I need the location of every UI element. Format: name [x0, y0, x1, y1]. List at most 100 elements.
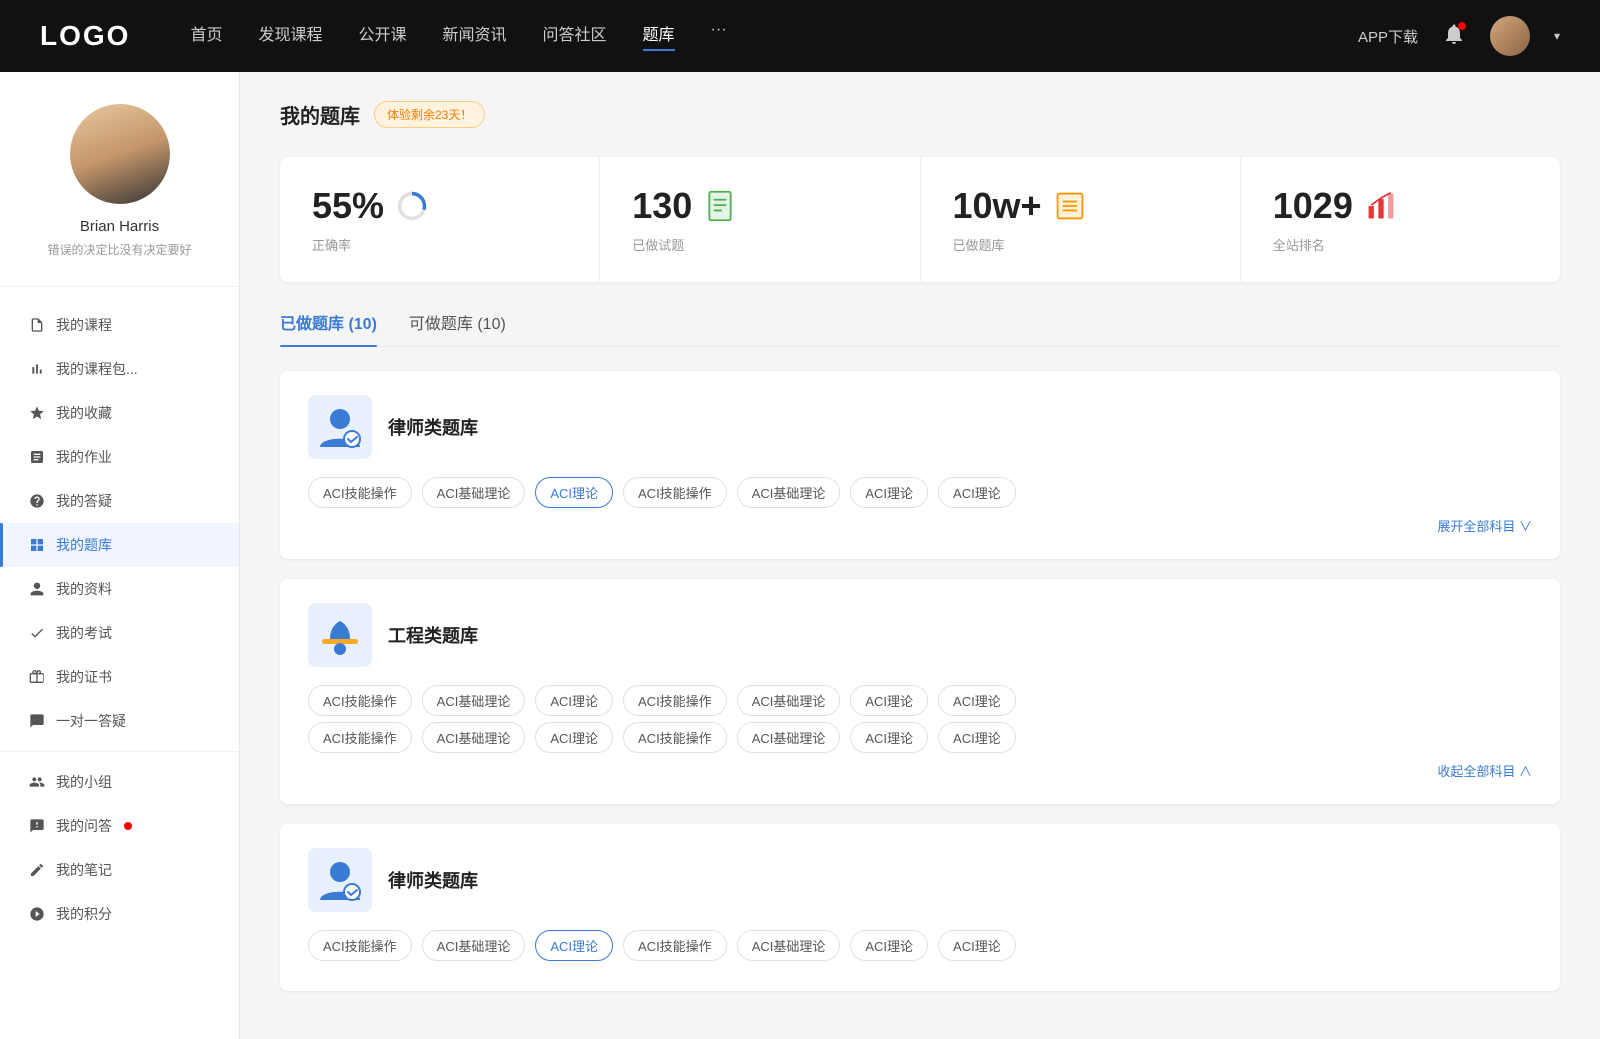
expand-btn-1: 展开全部科目 ∨ — [308, 516, 1532, 535]
sidebar-item-my-questions[interactable]: 我的问答 — [0, 804, 239, 848]
sidebar-label-homework: 我的作业 — [56, 447, 112, 467]
sidebar-item-certificate[interactable]: 我的证书 — [0, 655, 239, 699]
sidebar-item-exams[interactable]: 我的考试 — [0, 611, 239, 655]
eng-tag-1[interactable]: ACI基础理论 — [422, 685, 526, 716]
chart-icon — [1365, 190, 1397, 222]
pie-icon — [396, 190, 428, 222]
eng-tag-2[interactable]: ACI理论 — [535, 685, 613, 716]
bank-tags-engineer-row2: ACI技能操作 ACI基础理论 ACI理论 ACI技能操作 ACI基础理论 AC… — [308, 722, 1532, 753]
note-icon — [28, 861, 46, 879]
nav-links: 首页 发现课程 公开课 新闻资讯 问答社区 题库 ··· — [190, 21, 1358, 51]
lawyer-bank-icon-1 — [308, 395, 372, 459]
expand-link-1[interactable]: 展开全部科目 ∨ — [1437, 516, 1532, 535]
bank-card-engineer: 工程类题库 ACI技能操作 ACI基础理论 ACI理论 ACI技能操作 ACI基… — [280, 579, 1560, 804]
homework-icon — [28, 448, 46, 466]
profile-name: Brian Harris — [80, 218, 159, 235]
tag-6[interactable]: ACI理论 — [938, 477, 1016, 508]
eng-tag-0[interactable]: ACI技能操作 — [308, 685, 412, 716]
sidebar-label-my-notes: 我的笔记 — [56, 860, 112, 880]
sidebar-item-my-notes[interactable]: 我的笔记 — [0, 848, 239, 892]
nav-news[interactable]: 新闻资讯 — [443, 21, 507, 51]
points-icon — [28, 905, 46, 923]
law2-tag-2[interactable]: ACI理论 — [535, 930, 613, 961]
sidebar-divider — [0, 286, 239, 287]
tag-1[interactable]: ACI基础理论 — [422, 477, 526, 508]
collapse-link[interactable]: 收起全部科目 ∧ — [1437, 761, 1532, 780]
bank-card-header-1: 律师类题库 — [308, 395, 1532, 459]
notification-bell[interactable] — [1442, 22, 1466, 51]
notification-dot — [1458, 22, 1466, 30]
tab-available-banks[interactable]: 可做题库 (10) — [409, 310, 506, 346]
law2-tag-1[interactable]: ACI基础理论 — [422, 930, 526, 961]
stat-done-banks: 10w+ 已做题库 — [921, 157, 1241, 282]
grid-icon — [28, 536, 46, 554]
sidebar-item-my-qa[interactable]: 我的答疑 — [0, 479, 239, 523]
sidebar-label-exams: 我的考试 — [56, 623, 112, 643]
stat-accuracy-label: 正确率 — [312, 235, 351, 254]
nav-qa[interactable]: 问答社区 — [543, 21, 607, 51]
tag-5[interactable]: ACI理论 — [850, 477, 928, 508]
eng-tag-12[interactable]: ACI理论 — [850, 722, 928, 753]
bank-tags-lawyer-2: ACI技能操作 ACI基础理论 ACI理论 ACI技能操作 ACI基础理论 AC… — [308, 930, 1532, 961]
law2-tag-0[interactable]: ACI技能操作 — [308, 930, 412, 961]
profile-motto: 错误的决定比没有决定要好 — [47, 241, 191, 258]
bank-card-header-3: 律师类题库 — [308, 848, 1532, 912]
sidebar-item-favorites[interactable]: 我的收藏 — [0, 391, 239, 435]
eng-tag-10[interactable]: ACI技能操作 — [623, 722, 727, 753]
eng-tag-6[interactable]: ACI理论 — [938, 685, 1016, 716]
trial-badge: 体验剩余23天！ — [374, 101, 485, 128]
nav-open-course[interactable]: 公开课 — [358, 21, 406, 51]
nav-home[interactable]: 首页 — [190, 21, 222, 51]
sidebar-item-profile[interactable]: 我的资料 — [0, 567, 239, 611]
exam-icon — [28, 624, 46, 642]
eng-tag-7[interactable]: ACI技能操作 — [308, 722, 412, 753]
tag-4[interactable]: ACI基础理论 — [737, 477, 841, 508]
eng-tag-3[interactable]: ACI技能操作 — [623, 685, 727, 716]
nav-more[interactable]: ··· — [711, 21, 727, 51]
sidebar-item-course-pack[interactable]: 我的课程包... — [0, 347, 239, 391]
stat-done-questions-value: 130 — [632, 185, 692, 227]
eng-tag-11[interactable]: ACI基础理论 — [737, 722, 841, 753]
sidebar-item-homework[interactable]: 我的作业 — [0, 435, 239, 479]
sidebar-item-question-bank[interactable]: 我的题库 — [0, 523, 239, 567]
eng-tag-4[interactable]: ACI基础理论 — [737, 685, 841, 716]
sidebar-label-one-on-one: 一对一答疑 — [56, 711, 126, 731]
tag-3[interactable]: ACI技能操作 — [623, 477, 727, 508]
law2-tag-3[interactable]: ACI技能操作 — [623, 930, 727, 961]
avatar — [70, 104, 170, 204]
law2-tag-6[interactable]: ACI理论 — [938, 930, 1016, 961]
sidebar-item-my-courses[interactable]: 我的课程 — [0, 303, 239, 347]
stat-ranking-label: 全站排名 — [1273, 235, 1325, 254]
sidebar-label-question-bank: 我的题库 — [56, 535, 112, 555]
bank-card-lawyer-1: 律师类题库 ACI技能操作 ACI基础理论 ACI理论 ACI技能操作 ACI基… — [280, 371, 1560, 559]
app-download-button[interactable]: APP下载 — [1358, 26, 1418, 47]
law2-tag-5[interactable]: ACI理论 — [850, 930, 928, 961]
law2-tag-4[interactable]: ACI基础理论 — [737, 930, 841, 961]
eng-tag-5[interactable]: ACI理论 — [850, 685, 928, 716]
qa-icon — [28, 817, 46, 835]
eng-tag-9[interactable]: ACI理论 — [535, 722, 613, 753]
bank-title-lawyer-1: 律师类题库 — [388, 414, 478, 440]
navbar: LOGO 首页 发现课程 公开课 新闻资讯 问答社区 题库 ··· APP下载 … — [0, 0, 1600, 72]
eng-tag-8[interactable]: ACI基础理论 — [422, 722, 526, 753]
user-avatar[interactable] — [1490, 16, 1530, 56]
sidebar-item-my-points[interactable]: 我的积分 — [0, 892, 239, 936]
user-menu-chevron[interactable]: ▾ — [1554, 29, 1560, 43]
sidebar-label-my-points: 我的积分 — [56, 904, 112, 924]
list-icon — [1054, 190, 1086, 222]
sidebar-item-my-group[interactable]: 我的小组 — [0, 760, 239, 804]
stat-ranking-value: 1029 — [1273, 185, 1353, 227]
stat-accuracy-value-row: 55% — [312, 185, 428, 227]
sidebar-item-one-on-one[interactable]: 一对一答疑 — [0, 699, 239, 743]
tab-done-banks[interactable]: 已做题库 (10) — [280, 310, 377, 346]
nav-discover[interactable]: 发现课程 — [258, 21, 322, 51]
engineer-svg — [316, 611, 364, 659]
doc-icon — [704, 190, 736, 222]
tag-0[interactable]: ACI技能操作 — [308, 477, 412, 508]
tag-2[interactable]: ACI理论 — [535, 477, 613, 508]
sidebar-label-my-courses: 我的课程 — [56, 315, 112, 335]
logo: LOGO — [40, 20, 130, 52]
profile-icon — [28, 580, 46, 598]
nav-questionbank[interactable]: 题库 — [643, 21, 675, 51]
eng-tag-13[interactable]: ACI理论 — [938, 722, 1016, 753]
